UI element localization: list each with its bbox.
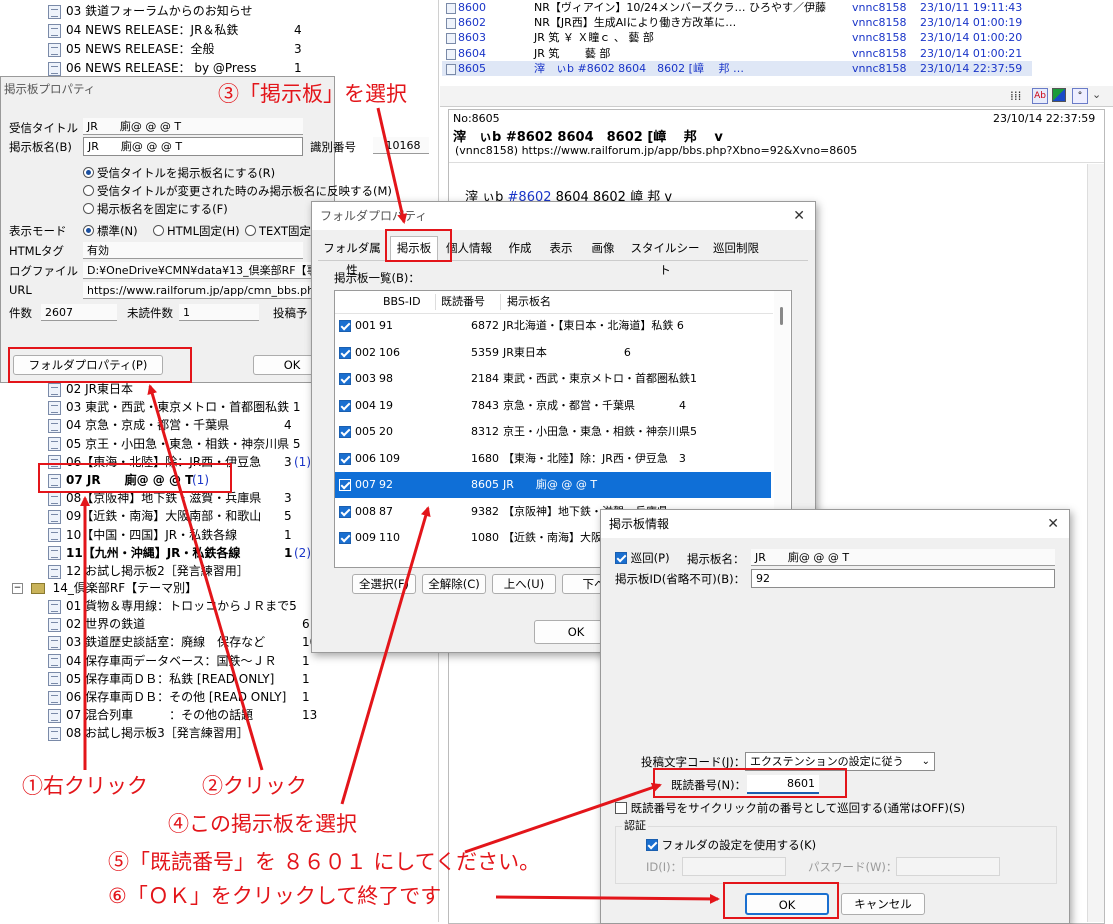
arrow-select-bbs: [340, 506, 431, 805]
arrow-read-no: [464, 782, 662, 854]
annotation-step2: ②クリック: [202, 774, 307, 798]
annotation-step4: ④この掲示板を選択: [168, 812, 357, 836]
annotation-step5: ⑤「既読番号」を ８６０１ にしてください。: [108, 850, 541, 874]
arrow-ok: [495, 893, 720, 904]
annotation-arrows: [80, 107, 720, 904]
annotation-step3: ③「掲示板」を選択: [218, 82, 407, 106]
arrow-bbs-tab: [376, 107, 408, 224]
annotation-step6: ⑥「ＯＫ」をクリックして終了です: [108, 884, 442, 908]
arrow-click: [147, 384, 264, 771]
annotation-step1: ①右クリック: [22, 774, 148, 798]
